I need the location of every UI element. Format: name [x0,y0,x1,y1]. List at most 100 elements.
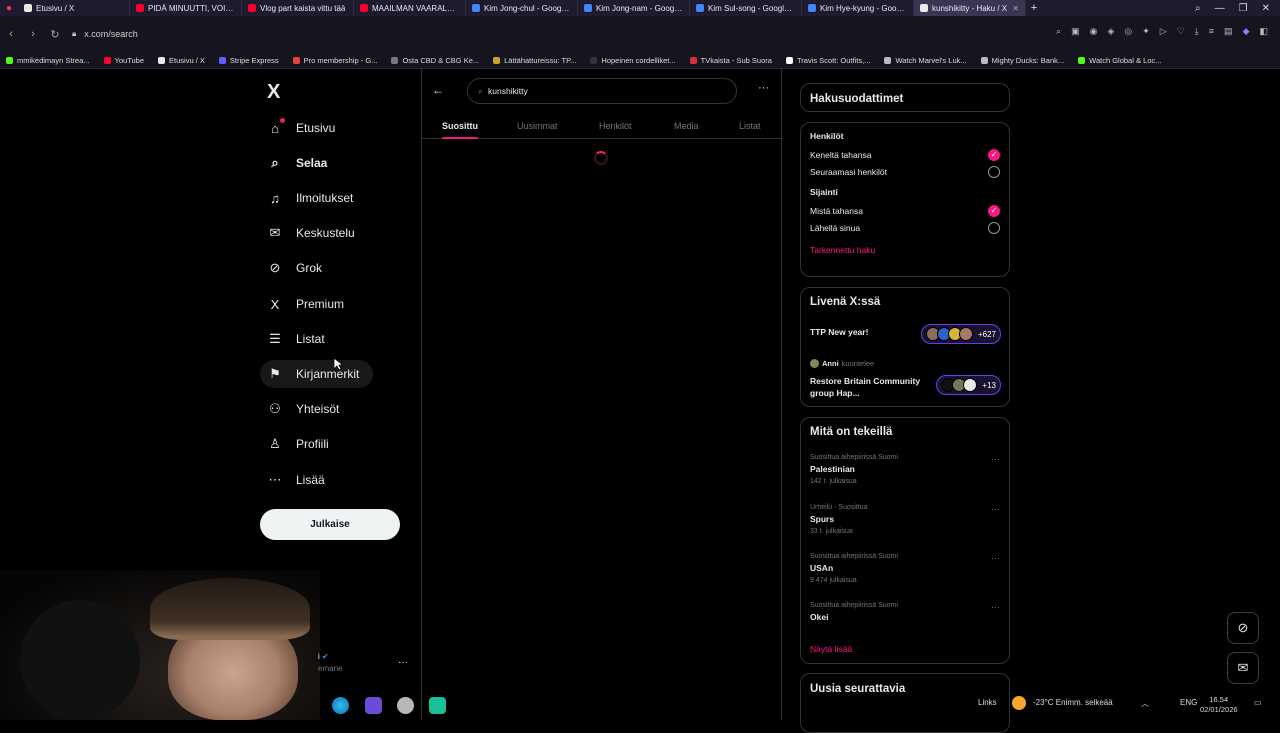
trend-item[interactable]: Suosittua aihepiirissä Suomi Palestinian 1… [810,454,1000,485]
browser-tab[interactable]: Etusivu / X [18,0,130,16]
post-button[interactable]: Julkaise [260,509,400,540]
tab-close-icon[interactable]: ✕ [1012,4,1019,13]
radio-checked-icon[interactable]: ✓ [988,148,1000,161]
nav-item-home[interactable]: ⌂ Etusivu [260,114,349,142]
chat-app-icon[interactable] [429,697,446,714]
filter-option-anyone[interactable]: Keneltä tahansa ✓ [810,146,1000,163]
trend-more-icon[interactable]: ··· [991,553,1000,563]
filter-option-anywhere[interactable]: Mistä tahansa ✓ [810,202,1000,219]
tab-uusimmat[interactable]: Uusimmat [517,113,558,139]
space-listeners-pill[interactable]: +627 [920,324,1001,344]
browser-logo-icon[interactable]: ● [0,3,18,14]
screenshot-icon[interactable]: ▣ [1071,26,1080,37]
weather-text[interactable]: -23°C Enimm. selkeää [1033,698,1113,707]
bookmark-item[interactable]: YouTube [103,56,144,65]
messages-fab-icon[interactable]: ✉ [1227,652,1259,684]
browser-tab[interactable]: Vlog part kaista vittu tää [242,0,354,16]
heart-icon[interactable]: ♡ [1177,26,1185,37]
browser-tab[interactable]: Kim Sul-song - Google-h [690,0,802,16]
vpn-icon[interactable]: ◎ [1124,26,1132,37]
trend-item[interactable]: Urheilu · Suosittua Spurs 33 t. julkaisua ·… [810,504,1000,535]
radio-empty-icon[interactable] [988,165,1000,178]
camera-icon[interactable]: ◉ [1090,26,1098,37]
bookmark-item[interactable]: Pro membership - G... [292,56,377,65]
tab-henkilöt[interactable]: Henkilöt [599,113,632,139]
search-input[interactable] [488,86,709,96]
opera-app-icon[interactable] [365,697,382,714]
space-title[interactable]: TTP New year! [810,326,868,338]
browser-tab[interactable]: Kim Jong-nam - Google-h [578,0,690,16]
filter-option-following[interactable]: Seuraamasi henkilöt [810,163,1000,180]
browser-tab[interactable]: PIDÄ MINUUTTI, VOITA 20 [130,0,242,16]
generic-app-icon[interactable] [397,697,414,714]
trend-more-icon[interactable]: ··· [991,454,1000,464]
back-icon[interactable]: ‹ [0,28,22,40]
nav-item-x[interactable]: X Premium [260,290,358,318]
play-icon[interactable]: ▷ [1160,26,1167,37]
aria-icon[interactable]: ◆ [1243,26,1250,37]
search-icon[interactable]: ⌕ [1056,26,1061,37]
download-icon[interactable]: ⤓ [1195,26,1199,37]
advanced-search-link[interactable]: Tarkennettu haku [810,245,1000,255]
grok-fab-icon[interactable]: ⊘ [1227,612,1259,644]
wallet-icon[interactable]: ▤ [1224,26,1233,37]
nav-item-list[interactable]: ☰ Listat [260,325,339,353]
bookmark-item[interactable]: Mighty Ducks: Bank... [980,56,1064,65]
bookmark-item[interactable]: Osta CBD & CBG Ke... [391,56,479,65]
browser-tab[interactable]: MAAILMAN VAARALLISIN [354,0,466,16]
search-tabs-icon[interactable]: ⌕ [1195,3,1201,14]
filter-option-near-you[interactable]: Lähellä sinua [810,219,1000,236]
shield-icon[interactable]: ◈ [1107,26,1114,37]
nav-item-bell[interactable]: ♫ Ilmoitukset [260,184,367,212]
search-field[interactable]: ⌕ [467,78,737,104]
edge-app-icon[interactable] [332,697,349,714]
menu-icon[interactable]: ≡ [1209,26,1214,37]
space-listeners-pill[interactable]: +13 [936,375,1001,395]
tab-listat[interactable]: Listat [739,113,761,139]
notifications-icon[interactable]: ▭ [1254,698,1262,707]
bookmark-item[interactable]: mmikedimayn Strea... [6,56,90,65]
trend-more-icon[interactable]: ··· [991,504,1000,514]
bookmark-item[interactable]: Travis Scott: Outfits,... [785,56,870,65]
nav-item-mail[interactable]: ✉ Keskustelu [260,219,369,247]
trend-more-icon[interactable]: ··· [991,602,1000,612]
nav-item-grok[interactable]: ⊘ Grok [260,254,336,282]
nav-item-more[interactable]: ⋯ Lisää [260,466,339,494]
radio-checked-icon[interactable]: ✓ [988,204,1000,217]
bookmark-item[interactable]: Etusivu / X [158,56,205,65]
account-more-icon[interactable]: ··· [398,657,408,668]
nav-item-communities[interactable]: ⚇ Yhteisöt [260,395,353,423]
close-window-icon[interactable]: ✕ [1262,3,1270,14]
sidebar-icon[interactable]: ◧ [1259,26,1268,37]
reload-icon[interactable]: ↻ [44,28,66,41]
bookmark-item[interactable]: Lättähattureissu: TP... [493,56,576,65]
tab-suosittu[interactable]: Suosittu [442,113,478,139]
tab-media[interactable]: Media [674,113,699,139]
trend-item[interactable]: Suosittua aihepiirissä Suomi USAn 9 474 ju… [810,553,1000,584]
clock[interactable]: 16.54 02/01/2026 [1200,695,1238,715]
extensions-icon[interactable]: ✦ [1142,26,1150,37]
browser-tab[interactable]: Kim Hye-kyung - Google [802,0,914,16]
weather-icon[interactable] [1012,696,1026,710]
trend-item[interactable]: Suosittua aihepiirissä Suomi Okei ··· [810,602,1000,622]
radio-empty-icon[interactable] [988,221,1000,234]
search-more-icon[interactable]: ··· [758,82,769,94]
back-arrow-icon[interactable]: ← [432,83,444,97]
nav-item-bookmark[interactable]: ⚑ Kirjanmerkit [260,360,374,388]
forward-icon[interactable]: › [22,28,44,40]
bookmark-item[interactable]: Stripe Express [218,56,279,65]
space-title[interactable]: Restore Britain Community group Hap... [810,375,930,399]
show-more-link[interactable]: Näytä lisää [810,644,852,654]
bookmark-item[interactable]: Watch Global & Loc... [1078,56,1161,65]
tray-chevron-icon[interactable]: ︿ [1141,698,1149,709]
x-logo-icon[interactable]: X [267,81,280,104]
account-switcher[interactable]: i ✔ emane [318,652,342,673]
url-field[interactable]: 🔒︎ x.com/search [72,29,138,39]
bookmark-item[interactable]: Hopeinen cordelliket... [590,56,676,65]
nav-item-search[interactable]: ⌕ Selaa [260,149,341,177]
new-tab-icon[interactable]: + [1026,2,1042,14]
maximize-icon[interactable]: ❐ [1239,3,1248,14]
minimize-icon[interactable]: — [1215,3,1225,14]
language-label[interactable]: ENG [1180,698,1197,707]
links-label[interactable]: Links [978,698,997,707]
